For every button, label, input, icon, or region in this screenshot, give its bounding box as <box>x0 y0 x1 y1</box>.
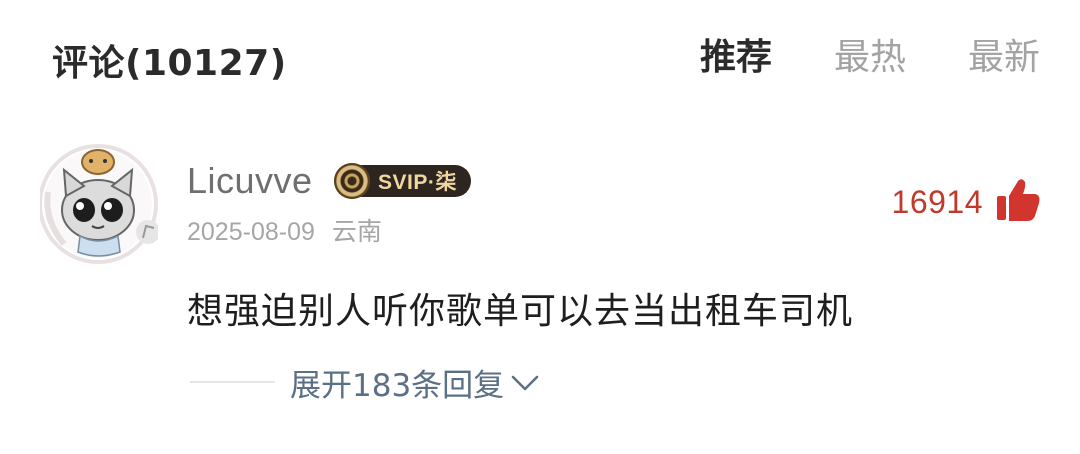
vinyl-disc-icon <box>334 163 370 199</box>
expand-replies-button[interactable]: 展开183条回复 <box>290 360 540 405</box>
chevron-down-icon <box>511 375 539 390</box>
tab-newest[interactable]: 最新 <box>968 34 1040 82</box>
avatar[interactable] <box>38 128 160 266</box>
vip-badge[interactable]: SVIP·柒 <box>334 162 471 200</box>
comment-date: 2025-08-09 <box>187 218 315 246</box>
divider <box>190 381 275 383</box>
expand-replies-label: 展开183条回复 <box>290 368 505 404</box>
comment-meta: 2025-08-09 云南 <box>187 212 382 248</box>
vip-badge-label: SVIP·柒 <box>360 165 471 197</box>
tab-recommended[interactable]: 推荐 <box>700 34 772 82</box>
tab-hottest[interactable]: 最热 <box>834 34 906 82</box>
thumbs-up-icon[interactable] <box>994 176 1042 224</box>
username[interactable]: Licuvve <box>187 160 313 202</box>
like-count: 16914 <box>891 184 983 220</box>
comment-location: 云南 <box>331 218 382 246</box>
comment-text: 想强迫别人听你歌单可以去当出租车司机 <box>187 291 854 332</box>
sort-tabs: 推荐 最热 最新 <box>638 34 1040 82</box>
comments-title: 评论(10127) <box>52 43 287 84</box>
